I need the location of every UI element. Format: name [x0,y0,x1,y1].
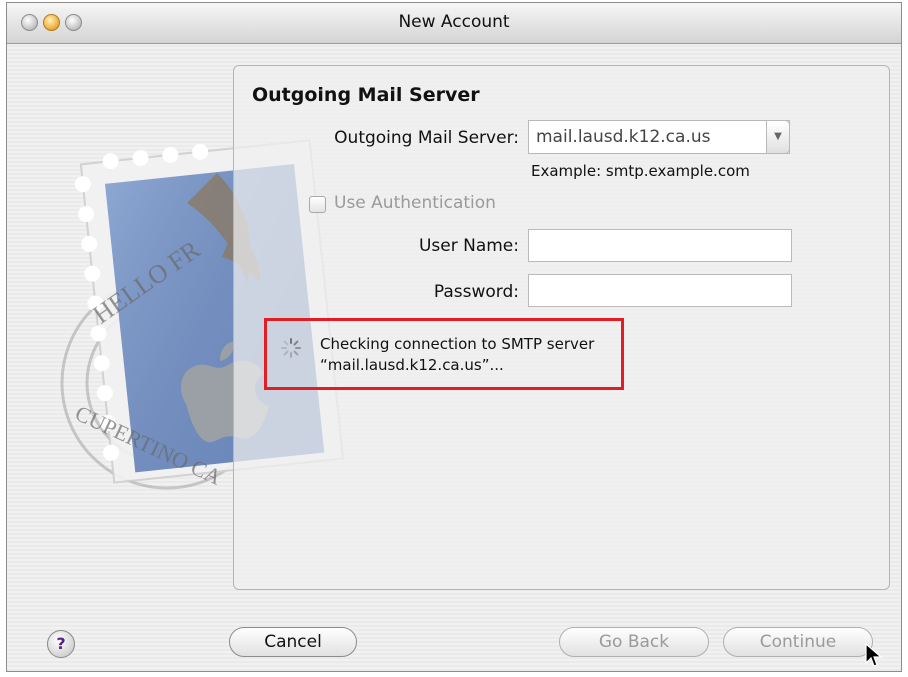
new-account-window: New Account HELLO FR CUPERTINO CA Outgoi… [6,2,902,672]
outgoing-server-value: mail.lausd.k12.ca.us [536,127,711,147]
go-back-button[interactable]: Go Back [559,627,709,657]
title-bar[interactable]: New Account [7,3,901,44]
cancel-button[interactable]: Cancel [229,627,357,657]
status-line-2: “mail.lausd.k12.ca.us”... [320,356,504,374]
continue-button[interactable]: Continue [723,627,873,657]
help-icon[interactable]: ? [47,630,75,658]
outgoing-server-label: Outgoing Mail Server: [334,128,519,148]
status-line-1: Checking connection to SMTP server [320,335,595,353]
combo-dropdown-icon[interactable]: ▼ [766,120,790,154]
username-label: User Name: [418,236,519,256]
use-authentication-checkbox[interactable] [309,196,326,213]
spinner-icon [281,338,301,358]
username-field[interactable] [528,229,792,262]
outgoing-server-panel: Outgoing Mail Server Outgoing Mail Serve… [233,65,890,590]
outgoing-server-combobox[interactable]: mail.lausd.k12.ca.us ▼ [528,120,790,154]
password-field[interactable] [528,274,792,307]
example-text: Example: smtp.example.com [531,162,750,180]
connection-status-box: Checking connection to SMTP server “mail… [264,318,624,390]
password-label: Password: [433,282,519,302]
section-title: Outgoing Mail Server [252,84,480,106]
use-authentication-label: Use Authentication [334,193,496,213]
window-title: New Account [398,12,510,32]
mouse-cursor-icon [865,643,883,667]
